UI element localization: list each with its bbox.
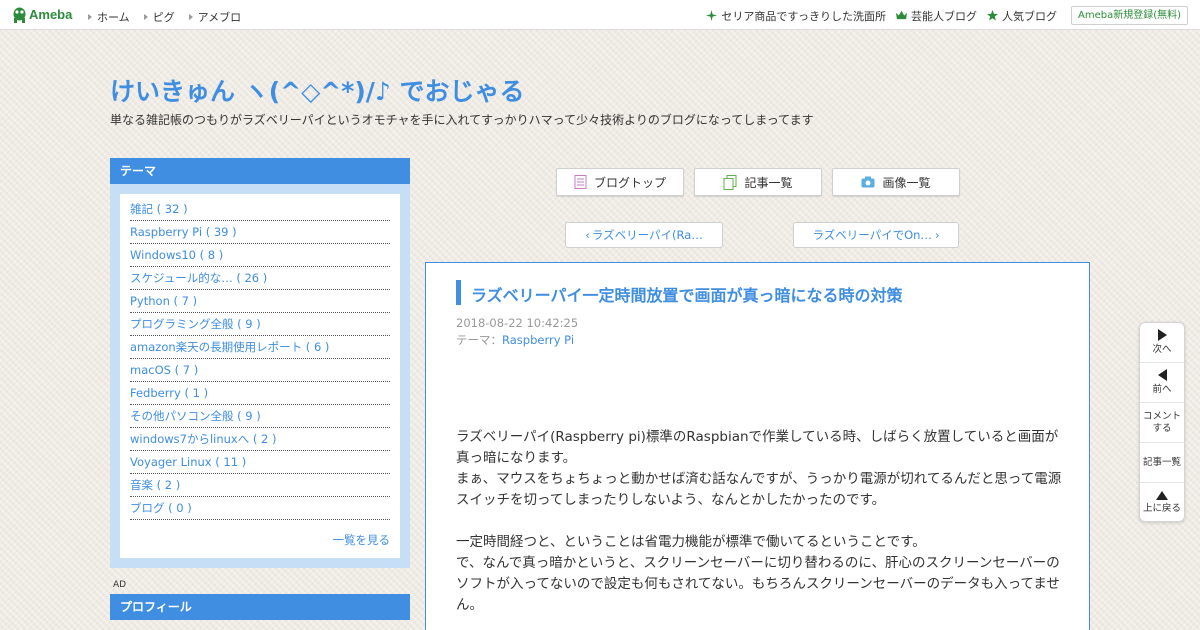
theme-item-blog[interactable]: ブログ ( 0 ) [130,497,390,520]
article-paragraph: まぁ、マウスをちょちょっと動かせば済む話なんですが、うっかり電源が切れてるんだと… [456,471,1062,508]
article-list-button[interactable]: 記事一覧 [694,168,822,196]
global-nav: ホーム ピグ アメブロ [88,9,255,25]
floating-next-button[interactable]: 次へ [1140,323,1184,363]
global-header: Ameba ホーム ピグ アメブロ セリア商品ですっきりした洗面所 芸能人ブログ… [0,0,1200,30]
article-paragraph: 一定時間経つと、ということは省電力機能が標準で働いてるということです。 [456,534,926,550]
floating-comment-button[interactable]: コメント する [1140,403,1184,443]
chevron-right-icon: › [934,228,940,242]
play-left-icon [1157,369,1167,381]
theme-item-macos[interactable]: macOS ( 7 ) [130,359,390,382]
ameba-mascot-icon [13,7,26,23]
theme-item-windows10[interactable]: Windows10 ( 8 ) [130,244,390,267]
caret-right-icon [143,14,148,20]
floating-article-list-button[interactable]: 記事一覧 [1140,443,1184,483]
ad-label: AD [113,580,127,590]
article-paragraph: ラズベリーパイ(Raspberry pi)標準のRaspbianで作業している時… [456,429,1059,466]
signup-button[interactable]: Ameba新規登録(無料) [1070,6,1188,25]
theme-item-other-pc[interactable]: その他パソコン全般 ( 9 ) [130,405,390,428]
blog-top-button[interactable]: ブログトップ [556,168,684,196]
prev-post-button[interactable]: ‹ ラズベリーパイ(Ra… [565,222,723,248]
theme-item-raspberry-pi[interactable]: Raspberry Pi ( 39 ) [130,221,390,244]
header-link-popular-blog[interactable]: 人気ブログ [986,8,1057,24]
caret-right-icon [88,14,92,20]
theme-item-python[interactable]: Python ( 7 ) [130,290,390,313]
header-link-featured[interactable]: セリア商品ですっきりした洗面所 [706,8,886,24]
article-paragraph [456,511,1066,532]
star-icon [986,10,998,21]
crown-icon [895,10,907,20]
chevron-left-icon: ‹ [585,228,590,242]
caret-right-icon [188,14,193,20]
see-all-themes-link[interactable]: 一覧を見る [333,532,391,548]
profile-widget-heading: プロフィール [110,594,410,620]
article-date: 2018-08-22 10:42:25 [456,316,579,330]
article-title-accent [456,280,461,305]
theme-item-programming[interactable]: プログラミング全般 ( 9 ) [130,313,390,336]
article-body: ラズベリーパイ(Raspberry pi)標準のRaspbianで作業している時… [456,427,1066,616]
theme-item-schedule[interactable]: スケジュール的な… ( 26 ) [130,267,390,290]
global-nav-pigg[interactable]: ピグ [143,9,175,25]
theme-item-fedberry[interactable]: Fedberry ( 1 ) [130,382,390,405]
play-right-icon [1157,329,1167,341]
floating-nav: 次へ 前へ コメント する 記事一覧 上に戻る [1139,322,1185,522]
sparkle-icon [706,10,718,21]
floating-prev-button[interactable]: 前へ [1140,363,1184,403]
blog-description: 単なる雑記帳のつもりがラズベリーパイというオモチャを手に入れてすっかりハマって少… [110,113,814,127]
global-nav-home[interactable]: ホーム [88,9,130,25]
global-nav-ameblo[interactable]: アメブロ [188,9,241,25]
ameba-logo-text: Ameba [29,7,73,22]
theme-item-voyager-linux[interactable]: Voyager Linux ( 11 ) [130,451,390,474]
theme-item-music[interactable]: 音楽 ( 2 ) [130,474,390,497]
header-links: セリア商品ですっきりした洗面所 芸能人ブログ 人気ブログ Ameba新規登録(無… [696,6,1188,25]
document-icon [574,175,587,189]
copy-docs-icon [723,174,737,190]
arrow-up-icon [1156,491,1168,500]
next-post-button[interactable]: ラズベリーパイでOn… › [793,222,959,248]
theme-widget-heading: テーマ [110,158,410,184]
article-paragraph: で、なんで真っ暗かというと、スクリーンセーバーに切り替わるのに、肝心のスクリーン… [456,555,1060,613]
article-theme: テーマ：Raspberry Pi [456,333,575,347]
article-title[interactable]: ラズベリーパイ一定時間放置で画面が真っ暗になる時の対策 [471,282,903,306]
theme-list: 雑記 ( 32 ) Raspberry Pi ( 39 ) Windows10 … [120,194,400,558]
theme-item-amazon-rakuten[interactable]: amazon楽天の長期使用レポート ( 6 ) [130,336,390,359]
article-theme-link[interactable]: Raspberry Pi [502,333,574,347]
image-list-button[interactable]: 画像一覧 [832,168,960,196]
theme-item-windows7-linux[interactable]: windows7からlinuxへ ( 2 ) [130,428,390,451]
article-card: ラズベリーパイ一定時間放置で画面が真っ暗になる時の対策 2018-08-22 1… [425,262,1090,630]
floating-scroll-top-button[interactable]: 上に戻る [1140,483,1184,523]
ameba-logo[interactable]: Ameba [12,6,72,23]
theme-widget: テーマ 雑記 ( 32 ) Raspberry Pi ( 39 ) Window… [110,158,410,568]
camera-icon [861,176,875,188]
header-link-celebrity-blog[interactable]: 芸能人ブログ [895,8,977,24]
blog-title[interactable]: けいきゅん ヽ(^◇^*)/♪ でおじゃる [110,72,525,108]
theme-item-zakki[interactable]: 雑記 ( 32 ) [130,198,390,221]
